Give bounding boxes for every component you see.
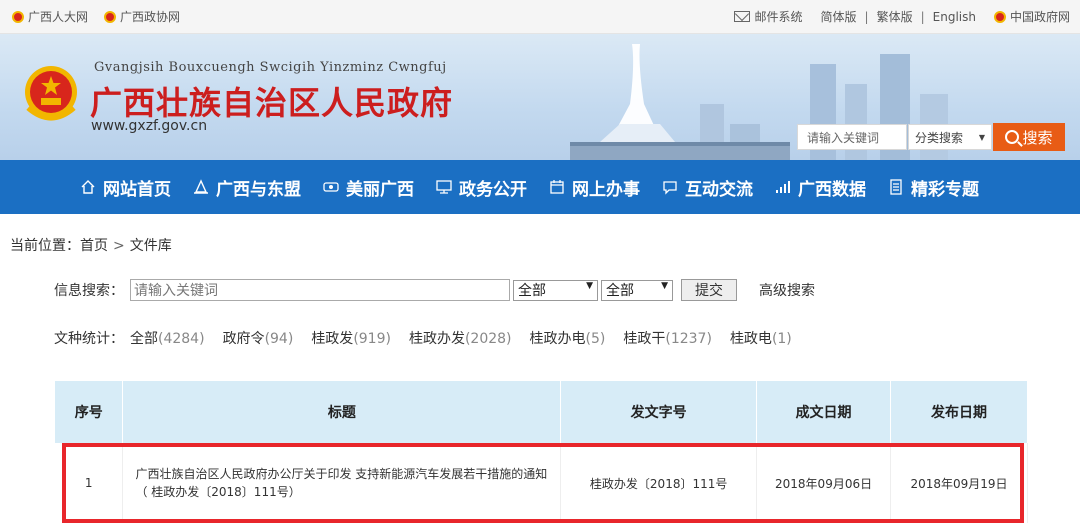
nav-home[interactable]: 网站首页 [80, 175, 171, 200]
cell-written-date: 2018年09月06日 [756, 443, 892, 523]
col-header-title: 标题 [122, 381, 562, 443]
table-header-row: 序号 标题 发文字号 成文日期 发布日期 [55, 381, 1028, 443]
stat-guizhenggan[interactable]: 桂政干(1237) [623, 328, 712, 348]
search-icon [1005, 130, 1020, 144]
link-traditional[interactable]: 繁体版 [877, 8, 913, 25]
nav-online-service[interactable]: 网上办事 [549, 175, 640, 200]
landmark-icon [194, 179, 208, 194]
advanced-search-link[interactable]: 高级搜索 [759, 280, 815, 300]
document-icon [890, 179, 902, 195]
info-search-row: 信息搜索： 请输入关键词 全部 ▼ 全部 ▼ 提交 高级搜索 [54, 279, 815, 301]
breadcrumb: 当前位置：首页 > 文件库 [10, 238, 172, 254]
nav-asean[interactable]: 广西与东盟 [193, 175, 301, 200]
doc-type-stats: 文种统计： 全部(4284) 政府令(94) 桂政发(919) 桂政办发(202… [54, 328, 810, 348]
submit-button[interactable]: 提交 [681, 279, 737, 301]
link-english[interactable]: English [933, 10, 976, 24]
stats-label: 文种统计： [54, 331, 124, 347]
info-search-label: 信息搜索： [54, 283, 124, 299]
top-links-left: 广西人大网 广西政协网 [12, 8, 196, 25]
breadcrumb-home[interactable]: 首页 [80, 238, 108, 254]
nav-topics[interactable]: 精彩专题 [888, 175, 979, 200]
cell-publish-date: 2018年09月19日 [890, 443, 1028, 523]
stat-guizhengbanfa[interactable]: 桂政办发(2028) [409, 328, 512, 348]
col-header-written-date: 成文日期 [756, 381, 892, 443]
stat-guizhengdian[interactable]: 桂政电(1) [730, 328, 792, 348]
banner-search-button[interactable]: 搜索 [993, 123, 1065, 151]
stat-gov-order[interactable]: 政府令(94) [223, 328, 294, 348]
keyword-input[interactable]: 请输入关键词 [130, 279, 510, 301]
divider: | [920, 9, 925, 24]
breadcrumb-current[interactable]: 文件库 [130, 238, 172, 254]
bar-chart-icon [776, 181, 790, 193]
main-nav: 网站首页 广西与东盟 美丽广西 政务公开 网上办事 互动交流 广西数据 精彩专题 [0, 160, 1080, 214]
top-bar: 广西人大网 广西政协网 邮件系统 简体版 | 繁体版 | English 中国政… [0, 0, 1080, 34]
calendar-icon [550, 180, 564, 194]
emblem-icon [993, 10, 1006, 23]
emblem-icon [12, 10, 24, 23]
cell-doc-no: 桂政办发〔2018〕111号 [560, 443, 758, 523]
stat-all[interactable]: 全部(4284) [130, 328, 205, 348]
monitor-icon [436, 180, 452, 194]
dropdown-arrow-icon: ▼ [586, 280, 593, 291]
dropdown-arrow-icon: ▼ [978, 132, 985, 142]
chat-icon [663, 181, 677, 195]
nav-interaction[interactable]: 互动交流 [662, 175, 753, 200]
eye-icon [323, 182, 339, 192]
table-row: 1 广西壮族自治区人民政府办公厅关于印发 支持新能源汽车发展若干措施的通知（ 桂… [55, 443, 1028, 523]
col-header-doc-no: 发文字号 [560, 381, 758, 443]
cell-index: 1 [55, 443, 124, 523]
divider: | [864, 9, 869, 24]
col-header-publish-date: 发布日期 [890, 381, 1028, 443]
banner-search-category[interactable]: 分类搜索 ▼ [908, 124, 992, 150]
stat-guizhengbandian[interactable]: 桂政办电(5) [530, 328, 606, 348]
site-pinyin: Gvangjsih Bouxcuengh Swcigih Yinzminz Cw… [94, 60, 447, 75]
nav-data[interactable]: 广西数据 [775, 175, 866, 200]
nav-gov-affairs[interactable]: 政务公开 [436, 175, 527, 200]
stat-guizhengfa[interactable]: 桂政发(919) [311, 328, 391, 348]
dropdown-arrow-icon: ▼ [661, 280, 668, 291]
link-gxzx[interactable]: 广西政协网 [104, 8, 180, 25]
nav-beautiful[interactable]: 美丽广西 [323, 175, 414, 200]
cell-title-link[interactable]: 广西壮族自治区人民政府办公厅关于印发 支持新能源汽车发展若干措施的通知（ 桂政办… [122, 443, 562, 523]
breadcrumb-separator: > [113, 238, 125, 254]
site-url: www.gxzf.gov.cn [91, 118, 208, 134]
year-select[interactable]: 全部 ▼ [601, 279, 673, 301]
emblem-icon [104, 10, 117, 23]
banner-search-input[interactable]: 请输入关键词 [797, 124, 907, 150]
col-header-index: 序号 [55, 381, 124, 443]
link-simplified[interactable]: 简体版 [821, 8, 857, 25]
link-mail[interactable]: 邮件系统 [733, 8, 803, 25]
mail-icon [733, 11, 750, 22]
top-links-right: 邮件系统 简体版 | 繁体版 | English 中国政府网 [733, 8, 1070, 25]
type-select[interactable]: 全部 ▼ [513, 279, 598, 301]
site-banner: Gvangjsih Bouxcuengh Swcigih Yinzminz Cw… [0, 34, 1080, 160]
link-gov-cn[interactable]: 中国政府网 [993, 8, 1070, 25]
results-table: 序号 标题 发文字号 成文日期 发布日期 1 广西壮族自治区人民政府办公厅关于印… [55, 381, 1028, 523]
national-emblem-icon [25, 66, 77, 121]
link-gxrd[interactable]: 广西人大网 [12, 8, 88, 25]
home-icon [81, 180, 95, 194]
